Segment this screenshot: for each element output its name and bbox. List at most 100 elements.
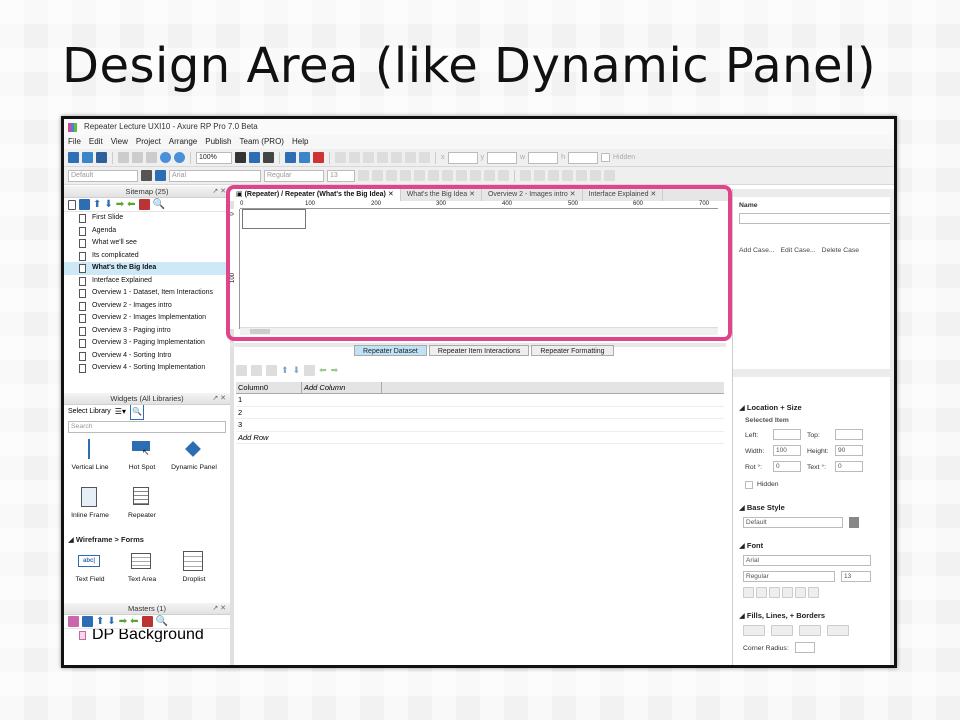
font-family-select[interactable]: Arial bbox=[169, 169, 261, 182]
menu-arrange[interactable]: Arrange bbox=[169, 135, 197, 149]
inspector-scrollbar[interactable] bbox=[890, 189, 894, 665]
padding-icon[interactable] bbox=[419, 152, 430, 163]
text-color-icon[interactable] bbox=[782, 587, 793, 598]
line-color-icon[interactable] bbox=[349, 152, 360, 163]
master-item[interactable]: DP Background bbox=[64, 629, 230, 642]
zoom-select[interactable]: 100% bbox=[196, 151, 232, 164]
style-edit-icon[interactable] bbox=[849, 517, 859, 528]
format-painter-icon[interactable] bbox=[155, 170, 166, 181]
sitemap-page[interactable]: Overview 2 - Images Implementation bbox=[64, 312, 230, 325]
arrow-right-icon[interactable]: ➡ bbox=[116, 199, 124, 210]
sitemap-page[interactable]: Agenda bbox=[64, 225, 230, 238]
sitemap-page[interactable]: Overview 1 - Dataset, Item Interactions bbox=[64, 287, 230, 300]
connector-icon[interactable] bbox=[263, 152, 274, 163]
fill-color-icon[interactable] bbox=[335, 152, 346, 163]
font-size-select[interactable]: 13 bbox=[841, 571, 871, 582]
tab-images-intro[interactable]: Overview 2 - Images intro ✕ bbox=[482, 189, 583, 201]
location-size-section[interactable]: ◢ Location + Size bbox=[739, 403, 802, 412]
column-header[interactable]: Column0 bbox=[236, 382, 302, 393]
publish-icon[interactable] bbox=[313, 152, 324, 163]
select-contained-icon[interactable] bbox=[249, 152, 260, 163]
arrow-up-icon[interactable]: ⬆ bbox=[96, 616, 104, 627]
rot-input[interactable]: 0 bbox=[773, 461, 801, 472]
font-weight-select[interactable]: Regular bbox=[743, 571, 835, 582]
copy-icon[interactable] bbox=[132, 152, 143, 163]
move-up-icon[interactable]: ⬆ bbox=[281, 365, 289, 376]
undo-icon[interactable] bbox=[160, 152, 171, 163]
widget-text-area[interactable]: Text Area bbox=[116, 551, 168, 583]
hidden-checkbox[interactable] bbox=[745, 481, 753, 489]
align-top-icon[interactable] bbox=[470, 170, 481, 181]
open-folder-icon[interactable] bbox=[82, 152, 93, 163]
search-icon[interactable]: 🔍 bbox=[156, 616, 168, 627]
align-middle-icon[interactable] bbox=[484, 170, 495, 181]
sitemap-page[interactable]: Overview 3 - Paging Implementation bbox=[64, 337, 230, 350]
panel-controls-icon[interactable]: ↗ ✕ bbox=[212, 393, 226, 405]
lock-icon[interactable] bbox=[590, 170, 601, 181]
new-file-icon[interactable] bbox=[68, 152, 79, 163]
sitemap-page[interactable]: Interface Explained bbox=[64, 275, 230, 288]
widget-vertical-line[interactable]: Vertical Line bbox=[64, 439, 116, 471]
bold-icon[interactable] bbox=[743, 587, 754, 598]
add-folder-icon[interactable] bbox=[79, 199, 90, 210]
preview-icon[interactable] bbox=[285, 152, 296, 163]
bold-icon[interactable] bbox=[358, 170, 369, 181]
hidden-checkbox[interactable] bbox=[600, 153, 610, 162]
line-width-icon[interactable] bbox=[363, 152, 374, 163]
underline-icon[interactable] bbox=[386, 170, 397, 181]
edit-case-link[interactable]: Edit Case... bbox=[781, 247, 816, 254]
sitemap-page[interactable]: Its complicated bbox=[64, 250, 230, 263]
y-input[interactable] bbox=[487, 151, 517, 164]
arrow-left-icon[interactable]: ⬅ bbox=[127, 199, 135, 210]
bring-front-icon[interactable] bbox=[534, 170, 545, 181]
distribute-icon[interactable] bbox=[520, 170, 531, 181]
tab-big-idea[interactable]: What's the Big Idea ✕ bbox=[401, 189, 482, 201]
add-page-icon[interactable] bbox=[68, 199, 76, 210]
search-icon[interactable]: 🔍 bbox=[129, 404, 144, 420]
repeater-item-box[interactable] bbox=[242, 209, 306, 229]
menu-file[interactable]: File bbox=[68, 135, 81, 149]
style-select[interactable]: Default bbox=[68, 169, 138, 182]
select-pointer-icon[interactable] bbox=[235, 152, 246, 163]
arrow-right-icon[interactable]: ➡ bbox=[119, 616, 127, 627]
insert-column-icon[interactable] bbox=[266, 365, 277, 376]
table-row[interactable]: 3 bbox=[236, 419, 724, 432]
underline-icon[interactable] bbox=[769, 587, 780, 598]
menu-team[interactable]: Team (PRO) bbox=[240, 135, 284, 149]
line-style-icon[interactable] bbox=[377, 152, 388, 163]
style-edit-icon[interactable] bbox=[141, 170, 152, 181]
sitemap-page[interactable]: Overview 4 - Sorting Implementation bbox=[64, 362, 230, 375]
x-input[interactable] bbox=[447, 151, 478, 164]
italic-icon[interactable] bbox=[372, 170, 383, 181]
widget-search-input[interactable]: Search bbox=[68, 421, 226, 433]
canvas-horizontal-scrollbar[interactable] bbox=[240, 327, 718, 335]
tab-repeater-item-interactions[interactable]: Repeater Item Interactions bbox=[428, 345, 530, 356]
tab-repeater-dataset[interactable]: Repeater Dataset bbox=[354, 345, 427, 356]
align-center-icon[interactable] bbox=[442, 170, 453, 181]
tab-repeater-formatting[interactable]: Repeater Formatting bbox=[531, 345, 614, 356]
bullets-icon[interactable] bbox=[414, 170, 425, 181]
sitemap-page[interactable]: First Slide bbox=[64, 212, 230, 225]
cut-icon[interactable] bbox=[118, 152, 129, 163]
text-rot-input[interactable]: 0 bbox=[835, 461, 863, 472]
sitemap-page[interactable]: Overview 3 - Paging intro bbox=[64, 325, 230, 338]
base-style-section[interactable]: ◢ Base Style bbox=[739, 503, 785, 512]
widget-text-field[interactable]: abc| Text Field bbox=[64, 551, 116, 583]
link-icon[interactable] bbox=[808, 587, 819, 598]
panel-controls-icon[interactable]: ↗ ✕ bbox=[212, 186, 226, 198]
tab-interface-explained[interactable]: Interface Explained ✕ bbox=[583, 189, 664, 201]
fill-color-icon[interactable] bbox=[743, 625, 765, 636]
move-right-icon[interactable]: ➡ bbox=[331, 365, 339, 376]
arrow-left-icon[interactable]: ⬅ bbox=[130, 616, 138, 627]
delete-column-icon[interactable] bbox=[304, 365, 316, 376]
widget-inline-frame[interactable]: Inline Frame bbox=[64, 487, 116, 519]
align-right-icon[interactable] bbox=[456, 170, 467, 181]
menu-icon[interactable]: ☰▾ bbox=[115, 405, 126, 419]
arrow-down-icon[interactable]: ⬇ bbox=[107, 616, 115, 627]
font-family-select[interactable]: Arial bbox=[743, 555, 871, 566]
delete-case-link[interactable]: Delete Case bbox=[822, 247, 859, 254]
sitemap-page[interactable]: What we'll see bbox=[64, 237, 230, 250]
name-input[interactable] bbox=[739, 213, 891, 224]
widget-dynamic-panel[interactable]: Dynamic Panel bbox=[168, 439, 220, 471]
sitemap-page-selected[interactable]: What's the Big Idea bbox=[64, 262, 230, 275]
